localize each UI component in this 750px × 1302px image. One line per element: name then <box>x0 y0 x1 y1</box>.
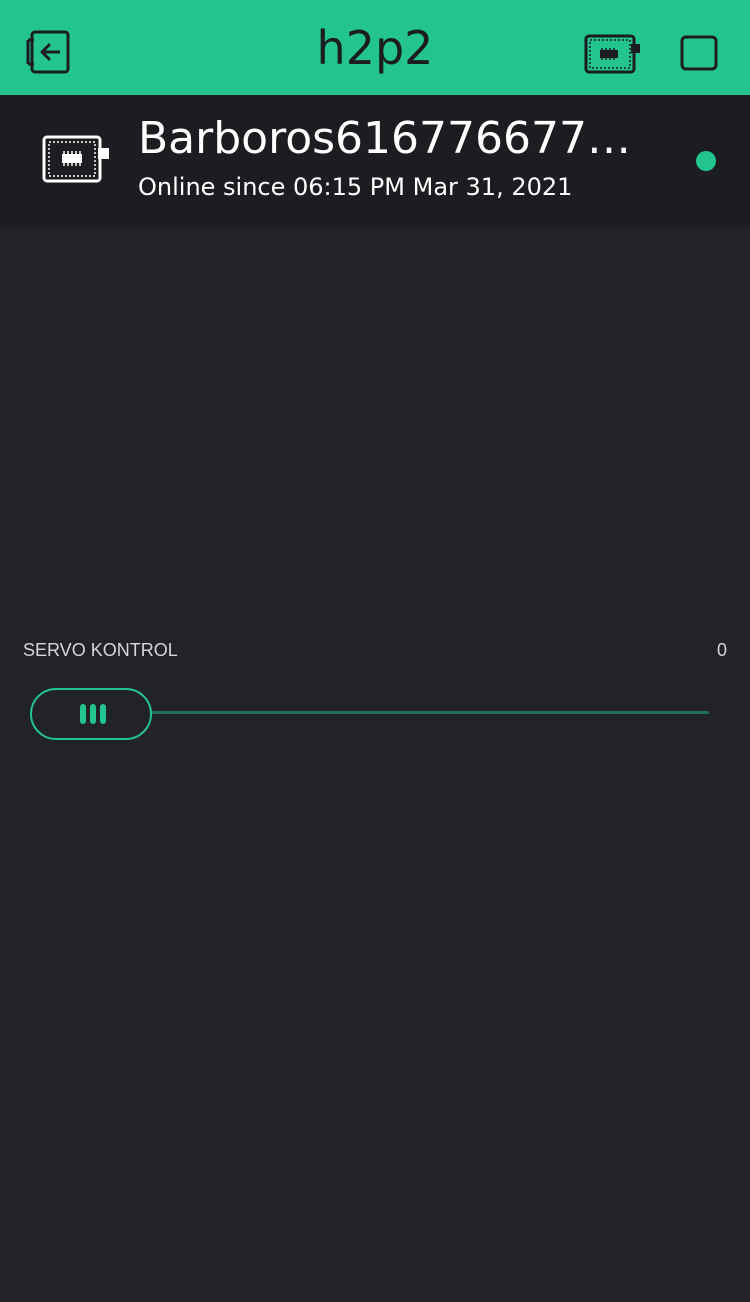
top-bar: h2p2 <box>0 0 750 95</box>
device-board-icon[interactable] <box>584 30 642 76</box>
stop-square-icon[interactable] <box>680 35 718 71</box>
device-board-icon <box>42 135 109 183</box>
slider-label: SERVO KONTROL <box>23 640 178 660</box>
device-status-text: Online since 06:15 PM Mar 31, 2021 <box>138 173 573 201</box>
app-screen: h2p2 Barboros6167766776767… Online since… <box>0 0 750 1302</box>
slider-track[interactable] <box>150 711 709 714</box>
device-header[interactable]: Barboros6167766776767… Online since 06:1… <box>0 95 750 225</box>
device-name: Barboros6167766776767… <box>138 113 658 164</box>
grip-icon <box>80 704 106 724</box>
slider-thumb[interactable] <box>30 688 152 740</box>
servo-slider-widget: SERVO KONTROL 0 <box>0 630 750 750</box>
online-status-indicator <box>696 151 716 171</box>
slider-value: 0 <box>716 640 727 660</box>
